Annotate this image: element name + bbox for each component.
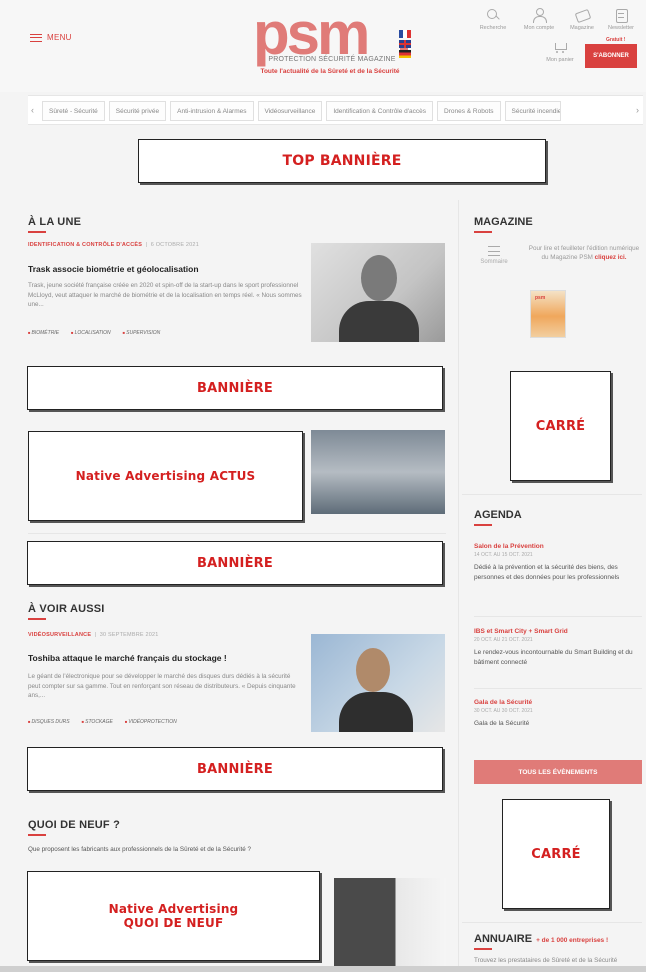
- flag-fr-icon[interactable]: [399, 30, 411, 38]
- divider: [462, 494, 642, 495]
- page-bottom-edge: [0, 966, 646, 972]
- menu-button[interactable]: MENU: [30, 33, 72, 42]
- article-photo[interactable]: [311, 243, 445, 342]
- tag-link[interactable]: VIDÉOPROTECTION: [125, 719, 176, 725]
- tag-link[interactable]: BIOMÉTRIE: [28, 330, 60, 336]
- tag-link[interactable]: LOCALISATION: [71, 330, 111, 336]
- product-photo[interactable]: [334, 878, 446, 972]
- annuaire-title: ANNUAIRE: [474, 933, 533, 945]
- title-underline: [474, 948, 492, 950]
- magazine-cover[interactable]: psm: [530, 290, 566, 338]
- category-surete-securite[interactable]: Sûreté - Sécurité: [42, 101, 105, 121]
- article-photo[interactable]: [311, 634, 445, 732]
- category-securite-incendie[interactable]: Sécurité incendie: [504, 101, 561, 121]
- all-events-button[interactable]: TOUS LES ÉVÈNEMENTS: [474, 760, 642, 784]
- article-tags: BIOMÉTRIE LOCALISATION SUPERVISION: [28, 330, 161, 336]
- magazine-icon: [575, 8, 589, 22]
- category-identification[interactable]: Identification & Contrôle d'accès: [326, 101, 434, 121]
- flag-uk-icon[interactable]: [399, 40, 411, 48]
- square-ad[interactable]: CARRÉ: [502, 799, 610, 909]
- chevron-left-icon[interactable]: ‹: [31, 105, 34, 115]
- title-underline: [474, 524, 492, 526]
- category-videosurveillance[interactable]: Vidéosurveillance: [257, 101, 323, 121]
- category-anti-intrusion[interactable]: Anti-intrusion & Alarmes: [170, 101, 254, 121]
- category-nav: ‹ Sûreté - Sécurité Sécurité privée Anti…: [28, 95, 643, 125]
- cart-icon: [553, 40, 567, 54]
- annuaire-intro: Trouvez les prestataires de Sûreté et de…: [474, 957, 618, 964]
- chevron-right-icon[interactable]: ›: [636, 105, 639, 115]
- magazine-description: Pour lire et feuilleter l'édition numéri…: [528, 245, 640, 261]
- article-kicker[interactable]: VIDÉOSURVEILLANCE | 30 SEPTEMBRE 2021: [28, 632, 159, 638]
- cart-link[interactable]: Mon panier: [540, 40, 580, 63]
- newsletter-badge: Gratuit !: [606, 37, 626, 43]
- newsletter-link[interactable]: Newsletter: [596, 8, 646, 31]
- sidebar-divider: [458, 200, 459, 972]
- divider: [28, 533, 446, 534]
- agenda-event[interactable]: Salon de la Prévention 14 OCT. AU 15 OCT…: [474, 543, 644, 582]
- search-icon: [486, 8, 500, 22]
- category-drones-robots[interactable]: Drones & Robots: [437, 101, 501, 121]
- a-la-une-title: À LA UNE: [28, 216, 82, 228]
- article-tags: DISQUES DURS STOCKAGE VIDÉOPROTECTION: [28, 719, 177, 725]
- tag-link[interactable]: STOCKAGE: [82, 719, 113, 725]
- square-ad[interactable]: CARRÉ: [510, 371, 611, 481]
- hamburger-icon: [30, 33, 42, 42]
- newsletter-icon: [614, 8, 628, 23]
- article-headline[interactable]: Trask associe biométrie et géolocalisati…: [28, 264, 199, 274]
- native-ad-actus[interactable]: Native Advertising ACTUS: [28, 431, 303, 521]
- article-excerpt: Le géant de l'électronique pour se dével…: [28, 673, 296, 699]
- logo-subtitle: PROTECTION SÉCURITÉ MAGAZINE: [268, 56, 396, 63]
- menu-label: MENU: [47, 33, 72, 42]
- tag-link[interactable]: DISQUES DURS: [28, 719, 70, 725]
- divider: [474, 616, 642, 617]
- divider: [462, 922, 642, 923]
- native-ad-photo[interactable]: [311, 430, 445, 514]
- site-logo[interactable]: psm: [253, 4, 408, 64]
- sommaire-link[interactable]: Sommaire: [474, 246, 514, 265]
- title-underline: [28, 231, 46, 233]
- article-headline[interactable]: Toshiba attaque le marché français du st…: [28, 653, 227, 663]
- agenda-title: AGENDA: [474, 509, 522, 521]
- category-securite-privee[interactable]: Sécurité privée: [108, 101, 167, 121]
- divider: [474, 688, 642, 689]
- magazine-link-click[interactable]: cliquez ici.: [595, 254, 627, 261]
- banner-ad[interactable]: BANNIÈRE: [27, 541, 443, 585]
- article-excerpt: Trask, jeune société française créée en …: [28, 282, 302, 308]
- agenda-event[interactable]: Gala de la Sécurité 30 OCT. AU 30 OCT. 2…: [474, 699, 644, 729]
- annuaire-badge: + de 1 000 entreprises !: [536, 937, 609, 944]
- native-ad-quoi-de-neuf[interactable]: Native Advertising QUOI DE NEUF: [27, 871, 320, 961]
- banner-ad[interactable]: BANNIÈRE: [27, 747, 443, 791]
- search-link[interactable]: Recherche: [468, 8, 518, 31]
- subscribe-button[interactable]: S'ABONNER: [585, 44, 637, 68]
- agenda-event[interactable]: IBS et Smart City + Smart Grid 20 OCT. A…: [474, 628, 644, 667]
- magazine-title: MAGAZINE: [474, 216, 533, 228]
- top-banner-ad[interactable]: TOP BANNIÈRE: [138, 139, 546, 183]
- banner-ad[interactable]: BANNIÈRE: [27, 366, 443, 410]
- quoi-de-neuf-intro: Que proposent les fabricants aux profess…: [28, 846, 251, 853]
- title-underline: [474, 231, 492, 233]
- title-underline: [28, 834, 46, 836]
- a-voir-aussi-title: À VOIR AUSSI: [28, 603, 105, 615]
- annuaire-header: ANNUAIRE + de 1 000 entreprises !: [474, 933, 608, 945]
- title-underline: [28, 618, 46, 620]
- list-icon: [488, 246, 500, 256]
- article-kicker[interactable]: IDENTIFICATION & CONTRÔLE D'ACCÈS | 6 OC…: [28, 242, 199, 248]
- site-tagline: Toute l'actualité de la Sûreté et de la …: [260, 68, 400, 75]
- user-icon: [532, 8, 547, 23]
- tag-link[interactable]: SUPERVISION: [123, 330, 160, 336]
- quoi-de-neuf-title: QUOI DE NEUF ?: [28, 819, 121, 831]
